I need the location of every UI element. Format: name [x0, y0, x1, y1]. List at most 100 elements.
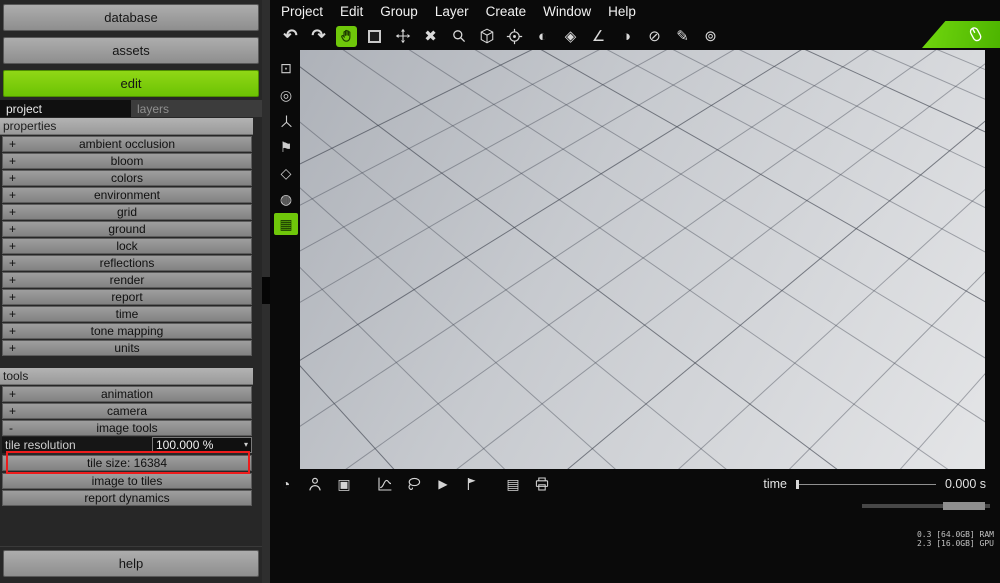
property-row-grid[interactable]: + grid [2, 204, 252, 220]
timeline-thumb[interactable] [795, 479, 799, 489]
expand-icon[interactable]: + [9, 341, 16, 355]
menu-project[interactable]: Project [281, 4, 323, 19]
property-row-units[interactable]: + units [2, 340, 252, 356]
menu-group[interactable]: Group [380, 4, 418, 19]
property-row-bloom[interactable]: + bloom [2, 153, 252, 169]
delete-tool-icon[interactable]: ✖ [420, 26, 441, 47]
property-row-ambient-occlusion[interactable]: + ambient occlusion [2, 136, 252, 152]
print-icon[interactable] [532, 474, 552, 494]
render-flag-icon[interactable] [462, 474, 482, 494]
expand-icon[interactable]: + [9, 273, 16, 287]
database-button[interactable]: database [3, 4, 259, 31]
tool-row-animation[interactable]: + animation [2, 386, 252, 402]
timeline-track[interactable] [795, 483, 936, 485]
menu-edit[interactable]: Edit [340, 4, 363, 19]
property-row-colors[interactable]: + colors [2, 170, 252, 186]
property-row-time[interactable]: + time [2, 306, 252, 322]
property-row-report[interactable]: + report [2, 289, 252, 305]
diamond-tool-icon[interactable]: ◈ [560, 26, 581, 47]
property-label: colors [110, 171, 143, 185]
expand-icon[interactable]: + [9, 307, 16, 321]
cube-tool-icon[interactable] [476, 26, 497, 47]
ram-usage: 0.3 [64.0GB] RAM [916, 530, 994, 539]
expand-icon[interactable]: + [9, 154, 16, 168]
record-icon[interactable]: ◎ [274, 85, 298, 105]
avatar-icon[interactable] [305, 474, 325, 494]
half-circle-tool-icon[interactable]: ◑ [616, 26, 637, 47]
axes-icon[interactable] [274, 111, 298, 131]
viewport[interactable] [300, 50, 985, 469]
tile-resolution-label: tile resolution [2, 437, 152, 453]
grid-icon[interactable]: ▦ [274, 213, 298, 235]
menu-create[interactable]: Create [486, 4, 527, 19]
property-label: ground [108, 222, 146, 236]
collapse-icon[interactable]: - [9, 421, 13, 435]
pen-tool-icon[interactable]: ✎ [672, 26, 693, 47]
expand-icon[interactable]: + [9, 188, 16, 202]
expand-icon[interactable]: + [9, 256, 16, 270]
target-tool-icon[interactable] [504, 26, 525, 47]
ring-tool-icon[interactable]: ⊚ [700, 26, 721, 47]
orbit-icon[interactable]: ◔ [276, 474, 296, 494]
report-dynamics-button[interactable]: report dynamics [2, 490, 252, 506]
property-row-environment[interactable]: + environment [2, 187, 252, 203]
property-label: reflections [99, 256, 155, 270]
menu-window[interactable]: Window [543, 4, 591, 19]
film-icon[interactable]: ◍ [274, 189, 298, 209]
menu-layer[interactable]: Layer [435, 4, 469, 19]
zoom-tool-icon[interactable] [448, 26, 469, 47]
report-dynamics-label: report dynamics [84, 491, 170, 505]
property-row-lock[interactable]: + lock [2, 238, 252, 254]
image-to-tiles-button[interactable]: image to tiles [2, 473, 252, 489]
edit-button[interactable]: edit [3, 70, 259, 97]
panel-scrollbar-thumb[interactable] [262, 277, 270, 304]
menu-help[interactable]: Help [608, 4, 636, 19]
mouse-hint-banner [922, 21, 1000, 48]
play-icon[interactable]: ▶ [433, 474, 453, 494]
slash-circle-tool-icon[interactable]: ⊘ [644, 26, 665, 47]
property-row-reflections[interactable]: + reflections [2, 255, 252, 271]
tool-row-image-tools[interactable]: - image tools [2, 420, 252, 436]
property-row-render[interactable]: + render [2, 272, 252, 288]
tag-icon[interactable]: ◇ [274, 163, 298, 183]
tab-layers[interactable]: layers [131, 100, 262, 117]
tool-row-camera[interactable]: + camera [2, 403, 252, 419]
report-doc-icon[interactable]: ▤ [503, 474, 523, 494]
move-tool-icon[interactable] [392, 26, 413, 47]
property-row-ground[interactable]: + ground [2, 221, 252, 237]
expand-icon[interactable]: + [9, 324, 16, 338]
undo-icon[interactable]: ↶ [280, 26, 301, 47]
timeline-scrollbar-thumb[interactable] [943, 502, 985, 510]
expand-icon[interactable]: + [9, 239, 16, 253]
expand-icon[interactable]: + [9, 404, 16, 418]
expand-icon[interactable]: + [9, 387, 16, 401]
hand-tool-icon[interactable] [336, 25, 357, 47]
flag-icon[interactable]: ⚑ [274, 137, 298, 157]
spinner-icon[interactable]: ▾ [244, 441, 248, 449]
help-button[interactable]: help [3, 550, 259, 577]
timeline-slider[interactable] [795, 479, 936, 490]
tile-resolution-input[interactable]: 100.000 % ▾ [152, 437, 252, 453]
select-box-tool-icon[interactable] [364, 26, 385, 47]
property-label: units [114, 341, 140, 355]
property-row-tone-mapping[interactable]: + tone mapping [2, 323, 252, 339]
screen-icon[interactable]: ▣ [334, 474, 354, 494]
expand-icon[interactable]: + [9, 171, 16, 185]
tab-project[interactable]: project [0, 100, 131, 117]
mouse-icon [969, 26, 982, 41]
display-icon[interactable]: ⊡ [274, 58, 298, 78]
expand-icon[interactable]: + [9, 222, 16, 236]
expand-icon[interactable]: + [9, 290, 16, 304]
property-label: environment [93, 188, 161, 202]
sphere-tool-icon[interactable]: ◐ [532, 26, 553, 47]
angle-tool-icon[interactable]: ∠ [588, 26, 609, 47]
curve-editor-icon[interactable] [375, 474, 395, 494]
redo-icon[interactable]: ↷ [308, 26, 329, 47]
timeline-scrollbar[interactable] [862, 502, 990, 510]
lasso-icon[interactable] [404, 474, 424, 494]
expand-icon[interactable]: + [9, 205, 16, 219]
expand-icon[interactable]: + [9, 137, 16, 151]
panel-scrollbar[interactable] [262, 0, 270, 583]
assets-button[interactable]: assets [3, 37, 259, 64]
tile-size-button[interactable]: tile size: 16384 [2, 455, 252, 471]
